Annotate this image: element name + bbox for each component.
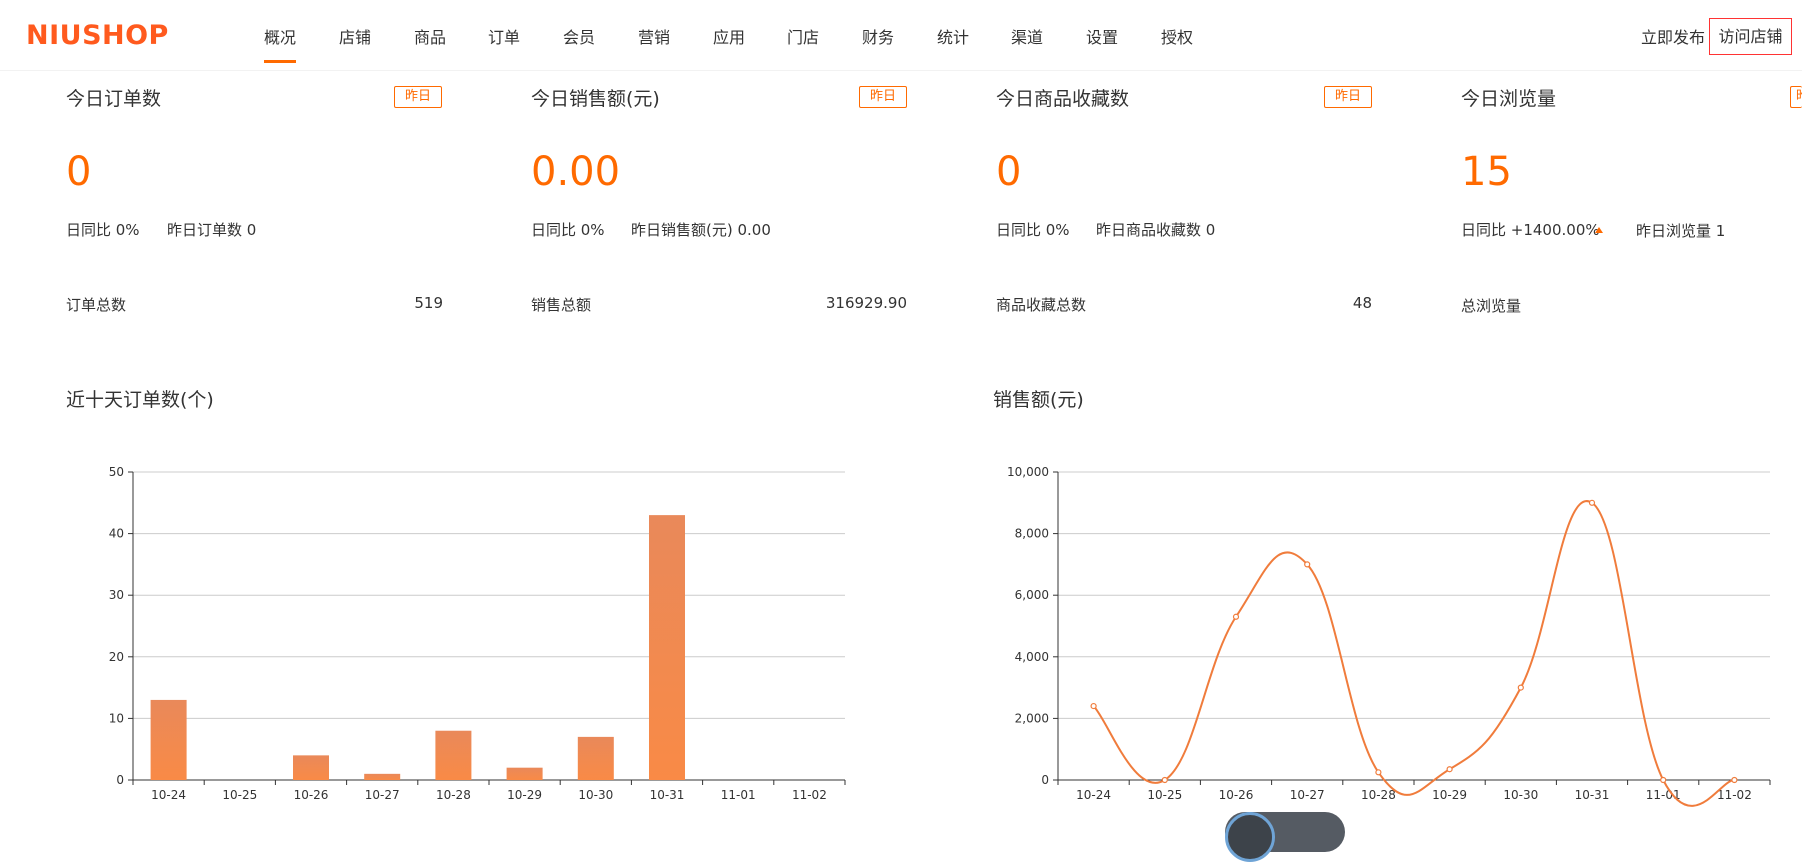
y-tick-label: 0 xyxy=(1041,773,1049,787)
y-tick-label: 40 xyxy=(109,527,124,541)
data-point xyxy=(1375,769,1382,776)
y-tick-label: 6,000 xyxy=(1015,588,1049,602)
y-tick-label: 10 xyxy=(109,711,124,725)
y-tick-label: 8,000 xyxy=(1015,527,1049,541)
y-tick-label: 30 xyxy=(109,588,124,602)
x-tick-label: 10-28 xyxy=(436,788,471,802)
floating-monitor-icon[interactable] xyxy=(1225,812,1275,862)
orders-bar-chart: 0 10 20 30 40 50 10-24 10-25 10-26 10-27 10-28 10-2… xyxy=(109,465,846,802)
data-point xyxy=(1517,684,1524,691)
y-tick-label: 4,000 xyxy=(1015,650,1049,664)
bar xyxy=(293,755,329,780)
x-tick-label: 10-29 xyxy=(1432,788,1467,802)
data-point xyxy=(1090,702,1097,710)
data-point xyxy=(1232,613,1240,620)
sales-line-chart: 0 2,000 4,000 6,000 8,000 10,000 10-24 10-25 10-… xyxy=(1007,465,1771,807)
x-tick-label: 10-25 xyxy=(1147,788,1182,802)
x-tick-label: 10-26 xyxy=(294,788,329,802)
data-point xyxy=(1446,766,1453,773)
x-tick-label: 11-01 xyxy=(721,788,756,802)
data-point xyxy=(1161,776,1168,784)
x-tick-label: 10-26 xyxy=(1219,788,1254,802)
x-tick-label: 11-02 xyxy=(792,788,827,802)
y-tick-label: 50 xyxy=(109,465,124,479)
data-point xyxy=(1304,561,1311,568)
x-tick-label: 10-24 xyxy=(151,788,186,802)
x-tick-label: 11-02 xyxy=(1717,788,1752,802)
x-tick-label: 10-30 xyxy=(578,788,613,802)
bar xyxy=(649,515,685,780)
y-tick-label: 0 xyxy=(116,773,124,787)
y-tick-label: 10,000 xyxy=(1007,465,1049,479)
bar xyxy=(435,730,472,780)
x-tick-label: 10-25 xyxy=(222,788,257,802)
x-tick-label: 10-27 xyxy=(1290,788,1325,802)
data-point xyxy=(1588,499,1596,506)
x-tick-label: 10-30 xyxy=(1503,788,1538,802)
sales-series-line xyxy=(1092,500,1735,807)
bar xyxy=(577,736,614,780)
x-tick-label: 10-31 xyxy=(1575,788,1610,802)
data-point xyxy=(1731,776,1738,784)
x-tick-label: 10-24 xyxy=(1076,788,1111,802)
bar xyxy=(364,773,401,780)
x-tick-label: 10-29 xyxy=(507,788,542,802)
x-tick-label: 10-28 xyxy=(1361,788,1396,802)
x-tick-label: 10-27 xyxy=(365,788,400,802)
y-tick-label: 2,000 xyxy=(1015,711,1049,725)
x-tick-label: 11-01 xyxy=(1646,788,1681,802)
bar xyxy=(506,767,543,780)
x-tick-label: 10-31 xyxy=(650,788,685,802)
data-point xyxy=(1660,776,1667,784)
y-tick-label: 20 xyxy=(109,650,124,664)
bar xyxy=(150,699,187,780)
